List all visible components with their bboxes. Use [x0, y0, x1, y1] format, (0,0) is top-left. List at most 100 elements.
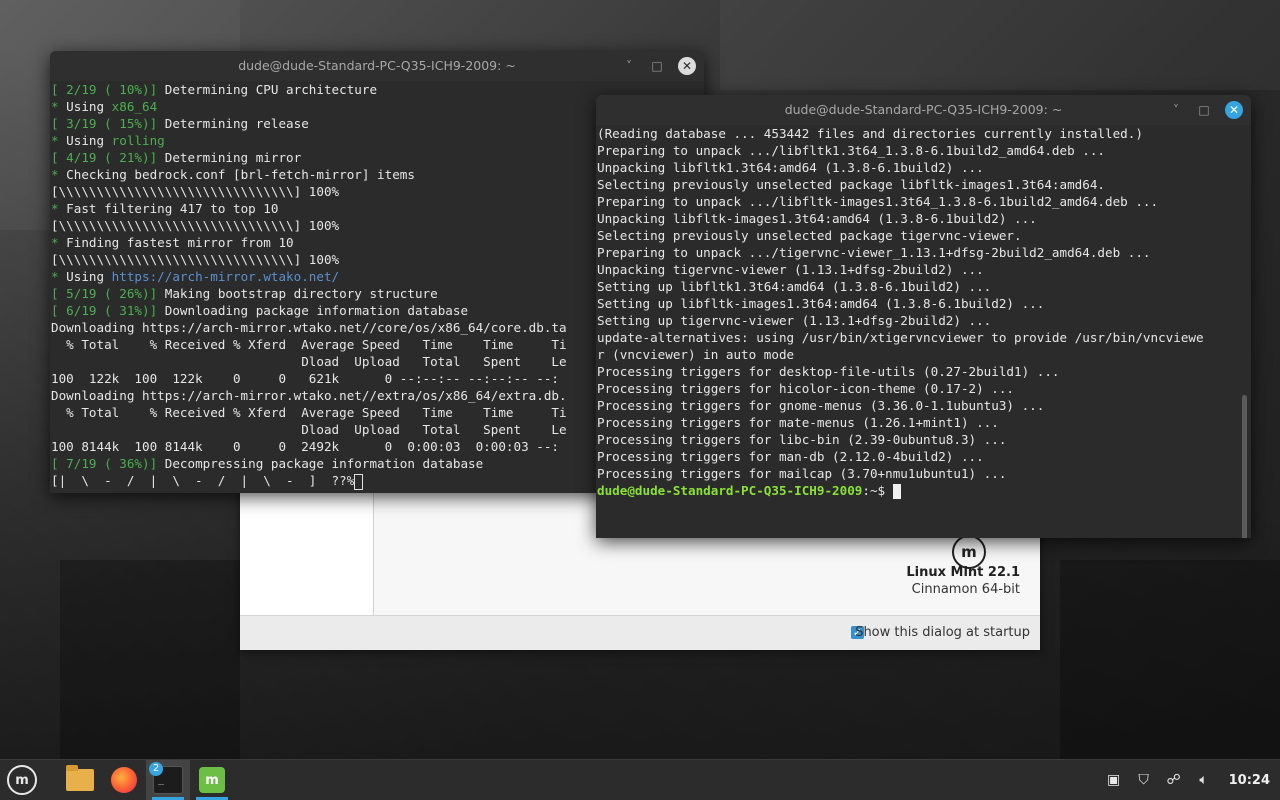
terminal-line: Unpacking tigervnc-viewer (1.13.1+dfsg-2… [597, 262, 984, 277]
prompt-user-host: dude@dude-Standard-PC-Q35-ICH9-2009 [597, 483, 863, 498]
window-title: dude@dude-Standard-PC-Q35-ICH9-2009: ~ [238, 58, 516, 73]
terminal-line: Setting up tigervnc-viewer (1.13.1+dfsg-… [597, 313, 992, 328]
os-name: Linux Mint 22.1 [906, 565, 1020, 580]
terminal-line: Processing triggers for desktop-file-uti… [597, 364, 1060, 379]
maximize-icon[interactable]: □ [1197, 103, 1211, 117]
terminal-line: Setting up libfltk1.3t64:amd64 (1.3.8-6.… [597, 279, 992, 294]
files-launcher[interactable] [58, 760, 102, 800]
terminal-line: Processing triggers for hicolor-icon-the… [597, 381, 1015, 396]
status-prefix: * [51, 133, 59, 148]
network-icon[interactable]: ☍ [1165, 772, 1183, 788]
mirror-link[interactable]: https://arch-mirror.wtako.net/ [112, 269, 339, 284]
status-prefix: * [51, 167, 59, 182]
status-prefix: * [51, 269, 59, 284]
line-text: Decompressing package information databa… [157, 456, 484, 471]
line-text: Fast filtering 417 to top 10 [58, 201, 279, 216]
mint-menu-icon: m [7, 765, 37, 795]
terminal-window-apt[interactable]: dude@dude-Standard-PC-Q35-ICH9-2009: ~ ˅… [596, 95, 1251, 538]
line-text: Using [58, 133, 112, 148]
clock[interactable]: 10:24 [1229, 773, 1270, 788]
firefox-icon [111, 767, 137, 793]
close-icon[interactable]: ✕ [678, 57, 696, 75]
terminal-line: Preparing to unpack .../libfltk1.3t64_1.… [597, 143, 1105, 158]
line-text: Checking bedrock.conf [brl-fetch-mirror]… [58, 167, 415, 182]
line-text: Making bootstrap directory structure [157, 286, 438, 301]
terminal-line: Selecting previously unselected package … [597, 228, 1022, 243]
status-prefix: [ 6/19 ( 31%)] [51, 303, 158, 318]
taskbar: m _ 2 m ▣ ⛉ ☍ 🔈︎ 10:24 [0, 759, 1280, 800]
terminal-line: Processing triggers for man-db (2.12.0-4… [597, 449, 984, 464]
terminal-line: (Reading database ... 453442 files and d… [597, 126, 1143, 141]
terminal-line: Unpacking libfltk-images1.3t64:amd64 (1.… [597, 211, 1037, 226]
menu-button[interactable]: m [0, 760, 44, 800]
status-prefix: [ 2/19 ( 10%)] [51, 82, 158, 97]
line-text: Finding fastest mirror from 10 [58, 235, 294, 250]
line-text: Downloading package information database [157, 303, 469, 318]
mint-welcome-icon: m [199, 767, 225, 793]
line-text: Downloading https://arch-mirror.wtako.ne… [51, 388, 567, 403]
line-text: 100 122k 100 122k 0 0 621k 0 --:--:-- --… [51, 371, 559, 386]
maximize-icon[interactable]: □ [650, 59, 664, 73]
terminal-line: Processing triggers for mate-menus (1.26… [597, 415, 999, 430]
status-prefix: [ 3/19 ( 15%)] [51, 116, 158, 131]
terminal-line: Preparing to unpack .../tigervnc-viewer_… [597, 245, 1151, 260]
line-text: Dload Upload Total Spent Le [51, 422, 567, 437]
terminal-line: Processing triggers for gnome-menus (3.3… [597, 398, 1045, 413]
terminal-line: r (vncviewer) in auto mode [597, 347, 795, 362]
status-prefix: [ 5/19 ( 26%)] [51, 286, 158, 301]
minimize-icon[interactable]: ˅ [1169, 103, 1183, 117]
line-text: [\\\\\\\\\\\\\\\\\\\\\\\\\\\\\\\] 100% [51, 218, 340, 233]
wallpaper-block [720, 0, 1280, 90]
wallpaper-block [1060, 560, 1280, 760]
window-titlebar[interactable]: dude@dude-Standard-PC-Q35-ICH9-2009: ~ ˅… [50, 51, 704, 81]
line-value: x86_64 [111, 99, 158, 114]
terminal-line: Preparing to unpack .../libfltk-images1.… [597, 194, 1159, 209]
status-prefix: [ 7/19 ( 36%)] [51, 456, 158, 471]
mint-welcome-launcher[interactable]: m [190, 760, 234, 800]
terminal-output[interactable]: (Reading database ... 453442 files and d… [596, 125, 1251, 538]
line-value: rolling [111, 133, 165, 148]
terminal-line: Processing triggers for libc-bin (2.39-0… [597, 432, 1007, 447]
line-text: [\\\\\\\\\\\\\\\\\\\\\\\\\\\\\\\] 100% [51, 252, 340, 267]
status-prefix: [ 4/19 ( 21%)] [51, 150, 158, 165]
line-text: [| \ - / | \ - / | \ - ] ??% [51, 473, 355, 488]
text-cursor [892, 484, 901, 499]
status-prefix: * [51, 99, 59, 114]
terminal-line: Processing triggers for mailcap (3.70+nm… [597, 466, 1007, 481]
line-text: 100 8144k 100 8144k 0 0 2492k 0 0:00:03 … [51, 439, 559, 454]
line-text: Using [58, 99, 112, 114]
scrollbar-thumb[interactable] [1242, 395, 1247, 538]
volume-icon[interactable]: 🔈︎ [1195, 772, 1213, 788]
line-text: Determining mirror [157, 150, 302, 165]
line-text: Downloading https://arch-mirror.wtako.ne… [51, 320, 567, 335]
folder-icon [66, 765, 94, 791]
clipboard-icon[interactable]: ▣ [1105, 772, 1123, 788]
line-text: % Total % Received % Xferd Average Speed… [51, 405, 567, 420]
line-text: Dload Upload Total Spent Le [51, 354, 567, 369]
os-edition: Cinnamon 64-bit [911, 582, 1020, 597]
status-prefix: * [51, 235, 59, 250]
terminal-launcher[interactable]: _ 2 [146, 760, 190, 800]
window-titlebar[interactable]: dude@dude-Standard-PC-Q35-ICH9-2009: ~ ˅… [596, 95, 1251, 125]
shell-prompt-line[interactable]: dude@dude-Standard-PC-Q35-ICH9-2009:~$ [597, 482, 1251, 499]
terminal-line: update-alternatives: using /usr/bin/xtig… [597, 330, 1204, 345]
system-tray: ▣ ⛉ ☍ 🔈︎ 10:24 [1105, 760, 1270, 800]
line-text: Determining CPU architecture [157, 82, 378, 97]
terminal-line: Unpacking libfltk1.3t64:amd64 (1.3.8-6.1… [597, 160, 984, 175]
terminal-line: Selecting previously unselected package … [597, 177, 1105, 192]
firefox-launcher[interactable] [102, 760, 146, 800]
line-text: % Total % Received % Xferd Average Speed… [51, 337, 567, 352]
close-icon[interactable]: ✕ [1225, 101, 1243, 119]
status-prefix: * [51, 201, 59, 216]
minimize-icon[interactable]: ˅ [622, 59, 636, 73]
show-at-startup-label[interactable]: Show this dialog at startup [855, 625, 1030, 640]
shield-update-icon[interactable]: ⛉ [1135, 772, 1153, 788]
line-text: Determining release [157, 116, 309, 131]
window-title: dude@dude-Standard-PC-Q35-ICH9-2009: ~ [784, 102, 1063, 117]
line-text: Using [58, 269, 112, 284]
line-text: [\\\\\\\\\\\\\\\\\\\\\\\\\\\\\\\] 100% [51, 184, 340, 199]
window-count-badge: 2 [149, 762, 163, 776]
text-cursor [354, 473, 364, 490]
prompt-path: :~$ [862, 483, 893, 498]
terminal-line: Setting up libfltk-images1.3t64:amd64 (1… [597, 296, 1045, 311]
